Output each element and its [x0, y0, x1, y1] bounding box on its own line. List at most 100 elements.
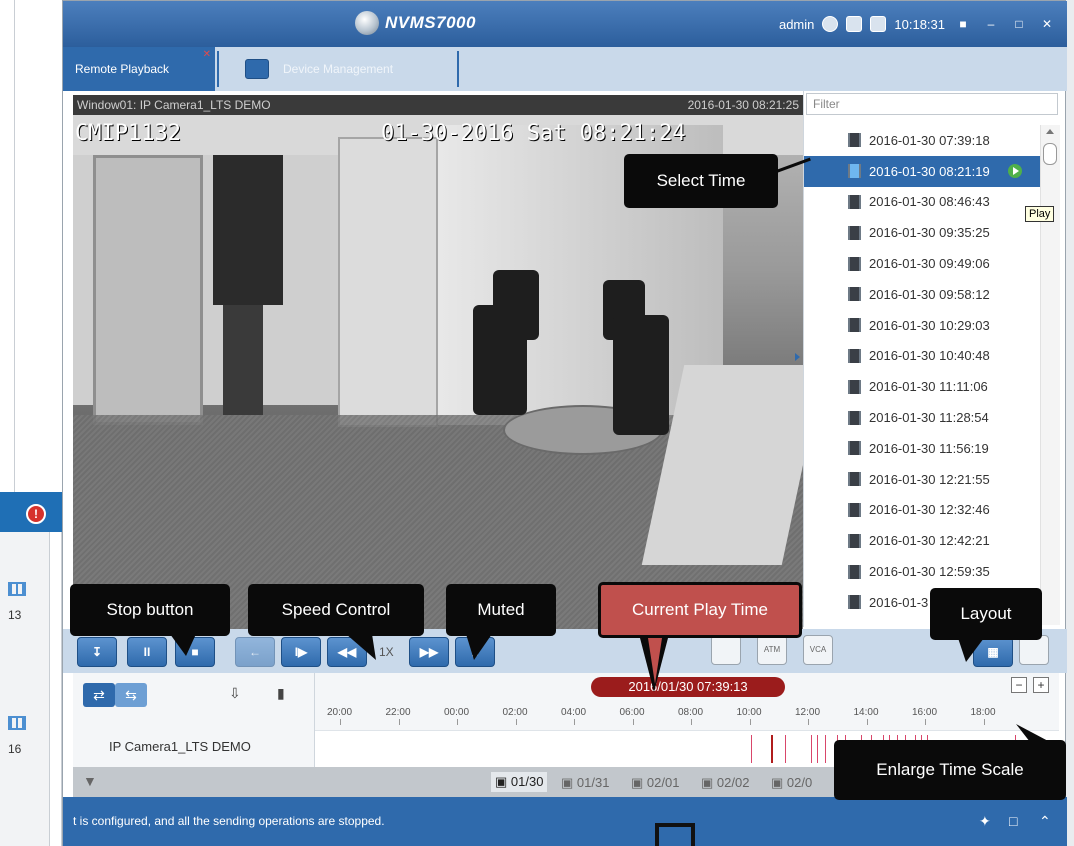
recording-item[interactable]: 2016-01-30 07:39:18: [804, 125, 1040, 156]
grid-icon[interactable]: [8, 716, 26, 730]
stop-button-callout: Stop button: [70, 584, 230, 636]
device-management-icon: [245, 59, 269, 79]
expand-icon[interactable]: ⌃: [1039, 813, 1051, 830]
status-bar: t is configured, and all the sending ope…: [63, 797, 1067, 846]
pin-icon[interactable]: ✦: [979, 813, 991, 830]
timeline-tick-label: 06:00: [619, 707, 645, 718]
timeline-tick-label: 04:00: [561, 707, 587, 718]
single-frame-button[interactable]: I▶: [281, 637, 321, 667]
network-icon[interactable]: [822, 16, 839, 32]
filter-icon[interactable]: ▼: [83, 773, 97, 789]
cpu-icon[interactable]: [846, 16, 863, 32]
atm-icon[interactable]: ATM: [757, 635, 787, 665]
recording-time: 2016-01-30 11:28:54: [869, 410, 989, 426]
tab-device-management[interactable]: Device Management: [235, 47, 393, 91]
recording-segment[interactable]: [811, 735, 812, 763]
recording-time: 2016-01-30 10:29:03: [869, 317, 990, 333]
osd-date-time: 01-30-2016 Sat 08:21:24: [381, 121, 686, 146]
video-file-icon: [848, 318, 861, 333]
status-message: t is configured, and all the sending ope…: [73, 814, 385, 828]
side-count: 13: [8, 608, 22, 622]
minimize-button[interactable]: –: [981, 15, 1001, 33]
window-icon[interactable]: □: [1009, 813, 1017, 829]
recording-item[interactable]: 2016-01-30 09:35:25: [804, 217, 1040, 248]
recording-segment[interactable]: [785, 735, 786, 763]
warning-icon[interactable]: !: [26, 504, 46, 524]
muted-callout: Muted: [446, 584, 556, 636]
grid-icon[interactable]: [8, 582, 26, 596]
scene-cabinet: [213, 155, 283, 305]
timeline-tick-mark: [691, 719, 692, 725]
title-bar-controls: admin 10:18:31 ■ – □ ✕: [779, 15, 1057, 33]
recording-item[interactable]: 2016-01-30 12:32:46: [804, 495, 1040, 526]
recording-item[interactable]: 2016-01-30 12:21:55: [804, 464, 1040, 495]
recording-item[interactable]: 2016-01-30 09:49:06: [804, 248, 1040, 279]
close-button[interactable]: ✕: [1037, 15, 1057, 33]
maximize-button[interactable]: □: [1009, 15, 1029, 33]
scene-door: [93, 155, 203, 425]
date-tab[interactable]: ▣ 01/31: [561, 775, 609, 791]
recording-item[interactable]: 2016-01-30 12:42:21: [804, 525, 1040, 556]
tab-divider: [217, 51, 219, 87]
recording-time: 2016-01-30 12:59:35: [869, 564, 990, 580]
reverse-button[interactable]: ←: [235, 637, 275, 667]
recording-item[interactable]: 2016-01-30 09:58:12: [804, 279, 1040, 310]
bookmark-icon[interactable]: ▮: [277, 685, 285, 702]
timeline-tick-mark: [808, 719, 809, 725]
recording-item[interactable]: 2016-01-30 11:56:19: [804, 433, 1040, 464]
zoom-in-button[interactable]: +: [1033, 677, 1049, 693]
panel-collapse-arrow-icon[interactable]: [795, 353, 800, 361]
recording-item[interactable]: 2016-01-30 10:40:48: [804, 341, 1040, 372]
recording-segment[interactable]: [771, 735, 773, 763]
date-tab[interactable]: ▣ 02/01: [631, 775, 679, 791]
video-window-header: Window01: IP Camera1_LTS DEMO 2016-01-30…: [73, 95, 803, 115]
recording-item[interactable]: 2016-01-30 10:29:03: [804, 310, 1040, 341]
timeline-tick-mark: [925, 719, 926, 725]
date-tab[interactable]: ▣ 02/02: [701, 775, 749, 791]
play-icon[interactable]: [1007, 164, 1022, 179]
recording-item[interactable]: 2016-01-30 11:28:54: [804, 402, 1040, 433]
video-file-icon: [848, 564, 861, 579]
recording-time: 2016-01-30 08:46:43: [869, 194, 990, 210]
filter-input[interactable]: Filter: [806, 93, 1058, 115]
speed-up-button[interactable]: ▶▶: [409, 637, 449, 667]
timeline-tick-label: 16:00: [912, 707, 938, 718]
tab-remote-playback[interactable]: Remote Playback ✕: [63, 47, 215, 91]
app-title: NVMS7000: [385, 13, 476, 32]
scroll-thumb[interactable]: [1043, 143, 1057, 165]
slow-down-button[interactable]: ◀◀: [327, 637, 367, 667]
user-monitor-icon[interactable]: [870, 16, 887, 32]
stop-button[interactable]: ■: [175, 637, 215, 667]
close-icon[interactable]: ✕: [203, 49, 211, 60]
recording-item[interactable]: 2016-01-30 11:11:06: [804, 371, 1040, 402]
lock-icon[interactable]: ■: [953, 15, 973, 33]
timeline-tick-label: 02:00: [502, 707, 528, 718]
timeline-mode-toggle[interactable]: ⇄: [83, 683, 115, 707]
recording-item[interactable]: 2016-01-30 12:59:35: [804, 556, 1040, 587]
date-tab[interactable]: ▣ 01/30: [491, 772, 548, 792]
recording-item[interactable]: 2016-01-30 08:46:43: [804, 187, 1040, 218]
record-clip-icon[interactable]: [711, 635, 741, 665]
recording-segment[interactable]: [825, 735, 826, 763]
date-tab[interactable]: ▣ 02/0: [771, 775, 812, 791]
recording-item[interactable]: 2016-01-30 08:21:19: [804, 155, 1040, 187]
download-icon[interactable]: ⇩: [229, 685, 241, 702]
layout-button[interactable]: ▦: [973, 637, 1013, 667]
background-panel: [14, 0, 62, 492]
timeline-tick-label: 18:00: [970, 707, 996, 718]
list-scrollbar[interactable]: [1040, 125, 1060, 625]
zoom-out-button[interactable]: −: [1011, 677, 1027, 693]
scroll-up-icon[interactable]: [1046, 129, 1054, 134]
recording-segment[interactable]: [751, 735, 752, 763]
recording-time: 2016-01-30 11:56:19: [869, 440, 989, 456]
timeline-tick-mark: [457, 719, 458, 725]
timeline-mode-toggle[interactable]: ⇆: [115, 683, 147, 707]
recording-time: 2016-01-30 09:58:12: [869, 286, 990, 302]
audio-button[interactable]: ♫: [455, 637, 495, 667]
recording-segment[interactable]: [817, 735, 818, 763]
timeline-tick-mark: [515, 719, 517, 725]
capture-button[interactable]: ↧: [77, 637, 117, 667]
tab-label: Device Management: [283, 62, 394, 76]
pause-button[interactable]: II: [127, 637, 167, 667]
vca-icon[interactable]: VCA: [803, 635, 833, 665]
